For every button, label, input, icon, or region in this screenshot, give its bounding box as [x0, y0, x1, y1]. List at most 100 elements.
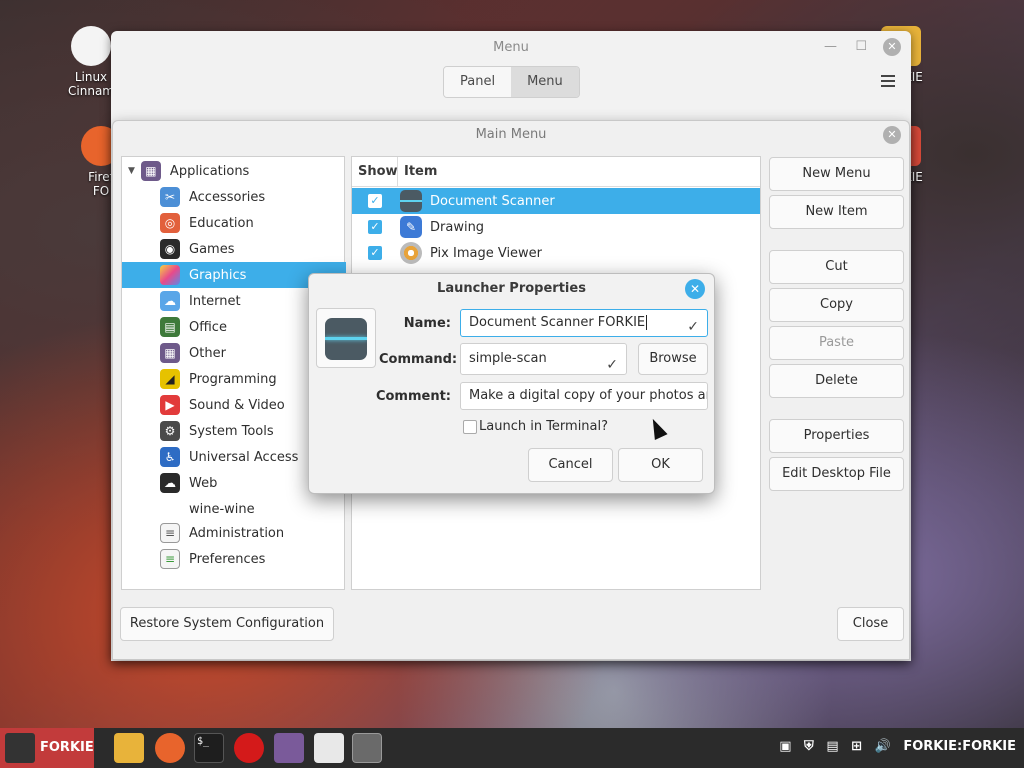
text-editor-icon[interactable] — [314, 733, 344, 763]
shield-icon[interactable]: ⛨ — [804, 739, 814, 754]
tree-row-education[interactable]: ◎ Education — [122, 210, 346, 236]
notes-icon[interactable]: ▤ — [826, 739, 838, 754]
new-item-button[interactable]: New Item — [769, 195, 904, 229]
cancel-button[interactable]: Cancel — [528, 448, 613, 482]
close-button[interactable]: Close — [837, 607, 904, 641]
tree-row-games[interactable]: ◉ Games — [122, 236, 346, 262]
close-icon[interactable]: ✕ — [883, 38, 901, 56]
grid-icon: ▦ — [160, 343, 180, 363]
accessibility-icon: ♿ — [160, 447, 180, 467]
item-row-pix-image-viewer[interactable]: ✓ Pix Image Viewer — [352, 240, 760, 266]
cloud-icon: ☁ — [160, 291, 180, 311]
tree-row-label: System Tools — [189, 423, 274, 439]
browse-button[interactable]: Browse — [638, 343, 708, 375]
tree-row-accessories[interactable]: ✂ Accessories — [122, 184, 346, 210]
tree-row-label: Internet — [189, 293, 241, 309]
tree-row-wine[interactable]: wine-wine — [122, 496, 346, 522]
web-cloud-icon: ☁ — [160, 473, 180, 493]
minimize-icon[interactable]: — — [824, 39, 837, 54]
clipboard-icon[interactable]: ▣ — [779, 739, 791, 754]
tab-menu[interactable]: Menu — [511, 67, 579, 97]
pix-viewer-icon — [400, 242, 422, 264]
volume-icon[interactable]: 🔊 — [875, 739, 891, 754]
tree-row-preferences[interactable]: ≡ Preferences — [122, 546, 346, 572]
network-icon[interactable]: ⊞ — [851, 739, 862, 754]
opera-icon[interactable] — [234, 733, 264, 763]
dialog-title: Launcher Properties — [437, 281, 586, 296]
delete-button[interactable]: Delete — [769, 364, 904, 398]
command-label: Command: — [379, 352, 458, 367]
show-checkbox[interactable]: ✓ — [368, 246, 382, 260]
gamepad-icon: ◉ — [160, 239, 180, 259]
ok-button[interactable]: OK — [618, 448, 703, 482]
tree-row-label: Accessories — [189, 189, 266, 205]
linux-icon — [71, 26, 111, 66]
comment-label: Comment: — [375, 389, 451, 404]
tree-row-label: Education — [189, 215, 254, 231]
show-checkbox[interactable]: ✓ — [368, 194, 382, 208]
comment-field[interactable]: Make a digital copy of your photos and — [460, 382, 708, 410]
show-checkbox[interactable]: ✓ — [368, 220, 382, 234]
terminal-icon[interactable]: $_ — [194, 733, 224, 763]
tab-panel[interactable]: Panel — [444, 67, 512, 97]
graphics-icon — [160, 265, 180, 285]
launch-in-terminal-checkbox[interactable] — [463, 420, 477, 434]
start-label: FORKIE — [40, 740, 94, 755]
programming-icon: ◢ — [160, 369, 180, 389]
cut-button[interactable]: Cut — [769, 250, 904, 284]
name-field[interactable]: Document Scanner FORKIE ✓ — [460, 309, 708, 337]
edit-desktop-file-button[interactable]: Edit Desktop File — [769, 457, 904, 491]
comment-field-value: Make a digital copy of your photos and — [469, 388, 708, 403]
item-row-drawing[interactable]: ✓ ✎ Drawing — [352, 214, 760, 240]
close-icon[interactable]: ✕ — [883, 126, 901, 144]
item-list-header: Show Item — [352, 157, 760, 187]
close-icon[interactable]: ✕ — [685, 279, 705, 299]
start-menu-button[interactable]: FORKIE — [0, 728, 94, 768]
check-icon: ✓ — [687, 319, 699, 335]
item-label: Document Scanner — [430, 193, 555, 209]
taskbar: FORKIE $_ ▣ ⛨ ▤ ⊞ 🔊 FORKIE:FORKIE — [0, 728, 1024, 768]
tree-row-label: Office — [189, 319, 227, 335]
admin-icon: ≡ — [160, 523, 180, 543]
files-icon[interactable] — [114, 733, 144, 763]
restore-system-configuration-button[interactable]: Restore System Configuration — [120, 607, 334, 641]
copy-button[interactable]: Copy — [769, 288, 904, 322]
tree-row-label: Games — [189, 241, 235, 257]
column-show[interactable]: Show — [352, 157, 398, 186]
launch-in-terminal-label[interactable]: Launch in Terminal? — [479, 419, 608, 434]
paste-button[interactable]: Paste — [769, 326, 904, 360]
item-label: Pix Image Viewer — [430, 245, 543, 261]
command-field-value: simple-scan — [469, 351, 547, 366]
hamburger-menu-icon[interactable] — [881, 75, 895, 90]
drawing-icon: ✎ — [400, 216, 422, 238]
tree-row-applications[interactable]: ▼ ▦ Applications — [122, 158, 346, 184]
command-field[interactable]: simple-scan ✓ — [460, 343, 627, 375]
app-grid-icon[interactable] — [274, 733, 304, 763]
tree-row-label: Sound & Video — [189, 397, 285, 413]
play-icon: ▶ — [160, 395, 180, 415]
scanner-icon — [400, 190, 422, 212]
education-icon: ◎ — [160, 213, 180, 233]
expander-icon[interactable]: ▼ — [128, 166, 135, 176]
tree-row-label: Web — [189, 475, 218, 491]
column-item[interactable]: Item — [398, 157, 437, 186]
new-menu-button[interactable]: New Menu — [769, 157, 904, 191]
menu-editor-icon[interactable] — [352, 733, 382, 763]
window-title: Menu — [493, 40, 529, 55]
start-logo-icon — [5, 733, 35, 763]
name-field-value: Document Scanner FORKIE — [469, 315, 646, 330]
item-row-document-scanner[interactable]: ✓ Document Scanner — [352, 188, 760, 214]
user-label[interactable]: FORKIE:FORKIE — [903, 739, 1016, 754]
tree-row-label: Universal Access — [189, 449, 299, 465]
launcher-icon-button[interactable] — [316, 308, 376, 368]
system-tray: ▣ ⛨ ▤ ⊞ 🔊 FORKIE:FORKIE — [771, 739, 1016, 754]
tree-row-administration[interactable]: ≡ Administration — [122, 520, 346, 546]
tree-row-label: Graphics — [189, 267, 247, 283]
office-icon: ▤ — [160, 317, 180, 337]
window-title: Main Menu — [475, 127, 547, 142]
maximize-icon[interactable]: ☐ — [855, 39, 867, 54]
properties-button[interactable]: Properties — [769, 419, 904, 453]
firefox-icon[interactable] — [155, 733, 185, 763]
panel-menu-switcher: Panel Menu — [443, 66, 580, 98]
prefs-icon: ≡ — [160, 549, 180, 569]
